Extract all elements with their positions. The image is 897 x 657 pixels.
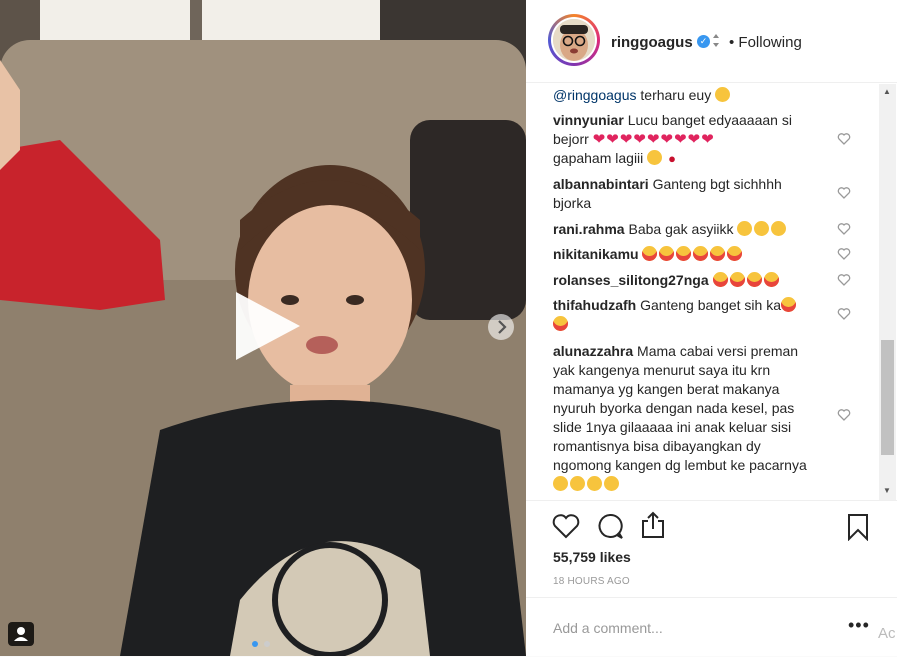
avatar-ring — [551, 17, 597, 63]
comment-item: rolanses_silitong27nga — [553, 271, 818, 290]
sad-emoji-icon — [715, 87, 731, 102]
comment-text: terharu euy — [636, 87, 712, 103]
comment-user[interactable]: rani.rahma — [553, 221, 625, 237]
kiss-emoji-icon — [604, 476, 619, 491]
comment-text: Mama cabai versi preman yak kangenya men… — [553, 343, 807, 473]
heart-eyes-emoji-icon — [553, 316, 568, 331]
comment-list: @ringgoagus terharu euy vinnyuniar Lucu … — [526, 84, 881, 499]
heart-eyes-emoji-icon — [727, 246, 743, 261]
share-icon[interactable] — [640, 511, 666, 539]
comment-user[interactable]: alunazzahra — [553, 343, 633, 359]
heart-eyes-emoji-icon — [781, 297, 796, 312]
verified-badge-icon: ✓ — [697, 35, 710, 48]
comment-text: Ganteng banget sih ka — [640, 297, 781, 313]
kiss-emoji-icon — [587, 476, 602, 491]
heart-eyes-emoji-icon — [712, 272, 728, 287]
heart-outline-icon[interactable] — [552, 513, 580, 539]
edge-text: Ac — [878, 625, 896, 642]
comment-user[interactable]: rolanses_silitong27nga — [553, 272, 709, 288]
comment-item: nikitanikamu — [553, 245, 818, 264]
comment-mention[interactable]: @ringgoagus — [553, 87, 637, 103]
heart-eyes-emoji-icon — [746, 272, 762, 287]
comment-like-icon[interactable] — [837, 273, 851, 287]
comment-text: gapaham lagiii — [553, 150, 648, 166]
avatar-image — [553, 19, 595, 61]
heart-eyes-emoji-icon — [676, 246, 692, 261]
scroll-down-icon[interactable]: ▼ — [883, 487, 891, 495]
play-icon[interactable] — [230, 290, 302, 362]
comment-item: rani.rahma Baba gak asyiikk — [553, 220, 818, 239]
comment-like-icon[interactable] — [837, 132, 851, 146]
post-actions — [526, 500, 897, 553]
comment-item: albannabintari Ganteng bgt sichhhh bjork… — [553, 175, 818, 213]
comment-item: vinnyuniar Lucu banget edyaaaaan si bejo… — [553, 111, 818, 168]
comment-item: thifahudzafh Ganteng banget sih ka — [553, 296, 818, 334]
more-options-icon[interactable]: ••• — [848, 615, 870, 636]
carousel-dot-active — [252, 641, 258, 647]
comment-item: alunazzahra Mama cabai versi preman yak … — [553, 342, 818, 494]
heart-emoji-row: ❤❤❤❤❤❤❤❤❤ — [592, 131, 715, 148]
comment-user[interactable]: albannabintari — [553, 176, 649, 192]
post-timestamp[interactable]: 18 HOURS AGO — [553, 576, 630, 587]
comment-scrollbar[interactable]: ▲ ▼ — [879, 84, 896, 500]
heart-eyes-emoji-icon — [729, 272, 745, 287]
heart-eyes-emoji-icon — [763, 272, 779, 287]
heart-eyes-emoji-icon — [693, 246, 709, 261]
scroll-up-icon[interactable]: ▲ — [883, 88, 891, 96]
comment-like-icon[interactable] — [837, 186, 851, 200]
chevron-right-icon — [498, 320, 507, 334]
video-player[interactable] — [0, 0, 526, 656]
comment-user[interactable]: nikitanikamu — [553, 246, 639, 262]
sweat-smile-emoji-icon — [771, 221, 787, 236]
chevron-down-icon[interactable] — [712, 33, 720, 49]
comment-like-icon[interactable] — [837, 307, 851, 321]
user-tag-button[interactable] — [8, 622, 34, 646]
comment-like-icon[interactable] — [837, 408, 851, 422]
bookmark-icon[interactable] — [846, 513, 870, 541]
carousel-next-button[interactable] — [488, 314, 514, 340]
speech-bubble-icon[interactable] — [596, 512, 624, 540]
comment-item: @ringgoagus terharu euy — [553, 86, 818, 105]
carousel-dot — [264, 641, 271, 647]
heart-eyes-emoji-icon — [659, 246, 675, 261]
heart-eyes-emoji-icon — [642, 246, 658, 261]
sweat-smile-emoji-icon — [737, 221, 753, 236]
avatar[interactable] — [548, 14, 600, 66]
post-header: ringgoagus ✓ • Following — [526, 0, 897, 83]
lips-emoji-icon: ● — [668, 151, 676, 166]
sweat-smile-emoji-icon — [754, 221, 770, 236]
smile-emoji-icon — [647, 150, 663, 165]
person-icon — [14, 627, 28, 641]
follow-status[interactable]: • Following — [729, 34, 802, 51]
comment-user[interactable]: vinnyuniar — [553, 112, 624, 128]
comment-text: Baba gak asyiikk — [628, 221, 738, 237]
post-username[interactable]: ringgoagus — [611, 34, 693, 51]
add-comment-input[interactable]: Add a comment... — [553, 620, 663, 636]
kiss-emoji-icon — [570, 476, 585, 491]
heart-eyes-emoji-icon — [710, 246, 726, 261]
kiss-emoji-icon — [553, 476, 568, 491]
post-sidebar: ringgoagus ✓ • Following @ringgoagus ter… — [526, 0, 897, 656]
comment-like-icon[interactable] — [837, 247, 851, 261]
like-count[interactable]: 55,759 likes — [553, 549, 631, 565]
comment-user[interactable]: thifahudzafh — [553, 297, 636, 313]
scrollbar-thumb[interactable] — [881, 340, 894, 455]
comment-like-icon[interactable] — [837, 222, 851, 236]
add-comment-bar: Add a comment... ••• — [526, 597, 897, 657]
carousel-indicator — [252, 634, 271, 652]
